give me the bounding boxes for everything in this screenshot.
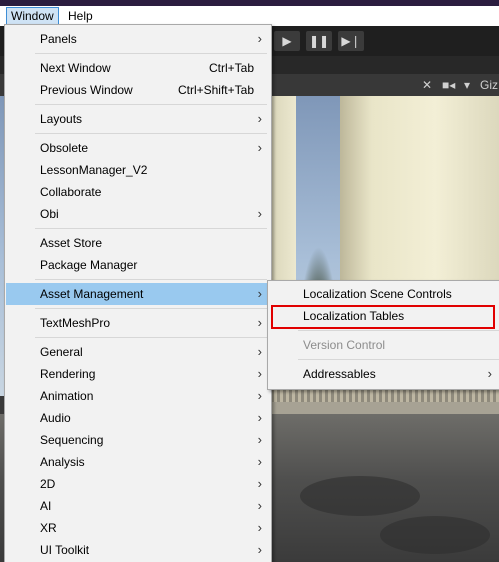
scene-toolbar: ✕ ■◂ ▾ Giz [270, 74, 499, 96]
menubar-help[interactable]: Help [64, 8, 97, 24]
chevron-right-icon: › [257, 111, 262, 126]
menu-item-label: TextMeshPro [40, 316, 111, 330]
chevron-right-icon: › [487, 366, 492, 381]
chevron-right-icon: › [257, 498, 262, 513]
menu-separator [35, 308, 267, 309]
menu-item-label: Panels [40, 32, 77, 46]
menu-item-label: AI [40, 499, 52, 513]
menu-item-label: Analysis [40, 455, 85, 469]
chevron-right-icon: › [257, 410, 262, 425]
menu-item-label: Animation [40, 389, 94, 403]
chevron-right-icon: › [257, 140, 262, 155]
menu-item-label: Rendering [40, 367, 96, 381]
menu-item-label: Asset Store [40, 236, 103, 250]
menu-item-lessonmanager[interactable]: LessonManager_V2 [6, 159, 270, 181]
step-icon: ▶❘ [341, 34, 361, 48]
menu-item-label: UI Toolkit [40, 543, 90, 557]
pause-icon: ❚❚ [308, 34, 330, 48]
menu-item-obsolete[interactable]: Obsolete › [6, 137, 270, 159]
menu-shortcut: Ctrl+Tab [208, 61, 254, 75]
chevron-right-icon: › [257, 206, 262, 221]
menu-item-label: LessonManager_V2 [40, 163, 148, 177]
chevron-right-icon: › [257, 476, 262, 491]
submenu-item-addressables[interactable]: Addressables › [269, 363, 499, 385]
menu-item-panels[interactable]: Panels › [6, 28, 270, 50]
menu-separator [35, 228, 267, 229]
menu-item-ai[interactable]: AI › [6, 495, 270, 517]
menu-item-package-manager[interactable]: Package Manager [6, 254, 270, 276]
step-button[interactable]: ▶❘ [338, 31, 364, 51]
submenu-item-version-control: Version Control [269, 334, 499, 356]
menu-item-obi[interactable]: Obi › [6, 203, 270, 225]
submenu-item-localization-tables[interactable]: Localization Tables [269, 305, 499, 327]
menu-item-label: Addressables [303, 367, 376, 381]
play-icon: ▶ [282, 34, 292, 48]
menu-item-previous-window[interactable]: Previous Window Ctrl+Shift+Tab [6, 79, 270, 101]
menu-item-label: Previous Window [40, 83, 133, 97]
menu-item-label: Localization Tables [303, 309, 405, 323]
menu-item-asset-store[interactable]: Asset Store [6, 232, 270, 254]
menu-item-animation[interactable]: Animation › [6, 385, 270, 407]
chevron-right-icon: › [257, 388, 262, 403]
menubar: Window Help [0, 6, 499, 26]
chevron-down-icon[interactable]: ▾ [464, 77, 470, 93]
tools-icon[interactable]: ✕ [422, 77, 432, 93]
chevron-right-icon: › [257, 454, 262, 469]
menu-item-xr[interactable]: XR › [6, 517, 270, 539]
menu-item-rendering[interactable]: Rendering › [6, 363, 270, 385]
menu-item-ui-toolkit[interactable]: UI Toolkit › [6, 539, 270, 561]
menu-item-label: Obsolete [40, 141, 89, 155]
scene-ground-shadow [300, 476, 420, 516]
menu-item-asset-management[interactable]: Asset Management › [6, 283, 270, 305]
menubar-window[interactable]: Window [6, 7, 59, 25]
menu-item-general[interactable]: General › [6, 341, 270, 363]
menu-item-label: Version Control [303, 338, 386, 352]
chevron-right-icon: › [257, 315, 262, 330]
chevron-right-icon: › [257, 366, 262, 381]
menu-separator [35, 279, 267, 280]
menu-item-label: Collaborate [40, 185, 102, 199]
chevron-right-icon: › [257, 542, 262, 557]
menu-item-audio[interactable]: Audio › [6, 407, 270, 429]
menu-item-label: Asset Management [40, 287, 144, 301]
menu-item-label: 2D [40, 477, 56, 491]
chevron-right-icon: › [257, 520, 262, 535]
menu-item-textmeshpro[interactable]: TextMeshPro › [6, 312, 270, 334]
chevron-right-icon: › [257, 31, 262, 46]
menu-separator [298, 330, 499, 331]
menu-item-layouts[interactable]: Layouts › [6, 108, 270, 130]
menu-item-label: Package Manager [40, 258, 138, 272]
pause-button[interactable]: ❚❚ [306, 31, 332, 51]
menu-separator [35, 53, 267, 54]
menu-shortcut: Ctrl+Shift+Tab [177, 83, 254, 97]
menu-item-next-window[interactable]: Next Window Ctrl+Tab [6, 57, 270, 79]
menu-item-label: Obi [40, 207, 59, 221]
asset-management-submenu: Localization Scene Controls Localization… [267, 280, 499, 390]
gizmos-button[interactable]: Giz [480, 77, 498, 93]
menu-item-label: Layouts [40, 112, 83, 126]
menu-item-label: General [40, 345, 83, 359]
menu-item-label: Sequencing [40, 433, 104, 447]
window-menu: Panels › Next Window Ctrl+Tab Previous W… [4, 24, 272, 562]
chevron-right-icon: › [257, 432, 262, 447]
menu-separator [35, 104, 267, 105]
menu-item-label: Next Window [40, 61, 111, 75]
menu-item-2d[interactable]: 2D › [6, 473, 270, 495]
play-button[interactable]: ▶ [274, 31, 300, 51]
menu-separator [298, 359, 499, 360]
submenu-item-localization-scene-controls[interactable]: Localization Scene Controls [269, 283, 499, 305]
menu-item-collaborate[interactable]: Collaborate [6, 181, 270, 203]
menu-item-analysis[interactable]: Analysis › [6, 451, 270, 473]
camera-icon[interactable]: ■◂ [442, 77, 455, 93]
scene-ground-shadow [380, 516, 490, 554]
menu-item-sequencing[interactable]: Sequencing › [6, 429, 270, 451]
menu-item-label: Audio [40, 411, 71, 425]
menu-separator [35, 337, 267, 338]
menu-item-label: Localization Scene Controls [303, 287, 452, 301]
chevron-right-icon: › [257, 286, 262, 301]
menu-item-label: XR [40, 521, 57, 535]
menu-separator [35, 133, 267, 134]
chevron-right-icon: › [257, 344, 262, 359]
